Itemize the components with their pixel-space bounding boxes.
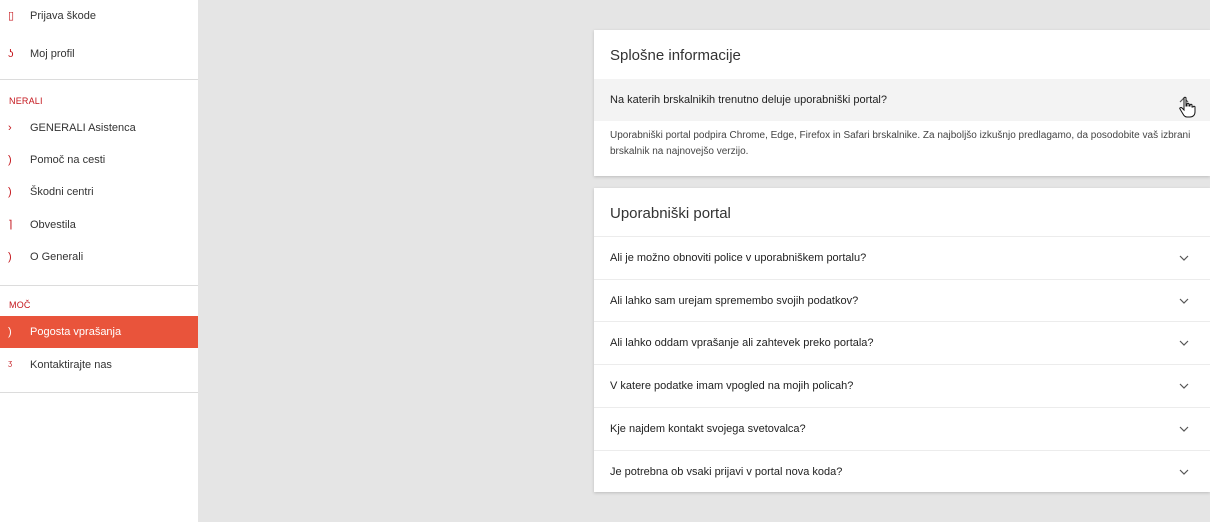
mail-icon: ᶾ (8, 359, 13, 371)
general-info-card: Splošne informacije Na katerih brskalnik… (594, 30, 1210, 176)
chevron-down-icon[interactable] (1178, 466, 1190, 478)
sidebar-item-label: Pogosta vprašanja (30, 326, 122, 338)
question-icon: ) (8, 326, 12, 338)
hand-pointer-icon (1179, 96, 1196, 118)
faq-question: V katere podatke imam vpogled na mojih p… (610, 379, 854, 392)
user-portal-title: Uporabniški portal (610, 205, 731, 222)
faq-item-policy-data[interactable]: V katere podatke imam vpogled na mojih p… (594, 364, 1210, 406)
faq-item-submit-request[interactable]: Ali lahko oddam vprašanje ali zahtevek p… (594, 321, 1210, 363)
faq-question: Je potrebna ob vsaki prijavi v portal no… (610, 465, 843, 478)
faq-question: Ali lahko oddam vprašanje ali zahtevek p… (610, 336, 874, 349)
bell-icon: ⌉ (8, 219, 13, 231)
sidebar-divider (0, 79, 198, 80)
sidebar: ▯ Prijava škode ʖ Moj profil NERALI › GE… (0, 0, 198, 522)
sidebar-item-generali-asistenca[interactable]: › GENERALI Asistenca (0, 112, 198, 144)
sidebar-divider (0, 285, 198, 286)
user-icon: ʖ (8, 48, 14, 60)
sidebar-item-obvestila[interactable]: ⌉ Obvestila (0, 209, 198, 241)
sidebar-item-o-generali[interactable]: ) O Generali (0, 241, 198, 273)
sidebar-item-pomoc-na-cesti[interactable]: ) Pomoč na cesti (0, 144, 198, 176)
sidebar-item-moj-profil[interactable]: ʖ Moj profil (0, 38, 198, 70)
faq-question: Ali lahko sam urejam spremembo svojih po… (610, 294, 859, 307)
chevron-down-icon[interactable] (1178, 337, 1190, 349)
sidebar-item-label: Pomoč na cesti (30, 154, 106, 166)
sidebar-item-label: Obvestila (30, 219, 76, 231)
sidebar-item-label: Moj profil (30, 48, 75, 60)
user-portal-card: Uporabniški portal Ali je možno obnoviti… (594, 188, 1210, 492)
faq-question: Ali je možno obnoviti police v uporabniš… (610, 251, 867, 264)
faq-answer: Uporabniški portal podpira Chrome, Edge,… (610, 130, 1191, 157)
document-icon: ▯ (8, 10, 15, 22)
info-icon: ) (8, 251, 12, 263)
sidebar-item-label: Kontaktirajte nas (30, 359, 112, 371)
sidebar-divider (0, 392, 198, 393)
sidebar-section-generali: NERALI (9, 96, 43, 106)
sidebar-section-pomoc: MOČ (9, 300, 31, 310)
sidebar-item-pogosta-vprasanja[interactable]: ) Pogosta vprašanja (0, 316, 198, 348)
general-info-title: Splošne informacije (610, 47, 741, 64)
sidebar-item-prijava-skode[interactable]: ▯ Prijava škode (0, 0, 198, 32)
sidebar-item-skodni-centri[interactable]: ) Škodni centri (0, 176, 198, 208)
faq-item-browsers[interactable]: Na katerih brskalnikih trenutno deluje u… (594, 79, 1210, 121)
sidebar-item-label: GENERALI Asistenca (30, 122, 136, 134)
chevron-down-icon[interactable] (1178, 380, 1190, 392)
location-icon: ) (8, 186, 12, 198)
chevron-down-icon[interactable] (1178, 423, 1190, 435)
sidebar-item-kontaktirajte-nas[interactable]: ᶾ Kontaktirajte nas (0, 349, 198, 381)
faq-item-advisor-contact[interactable]: Kje najdem kontakt svojega svetovalca? (594, 407, 1210, 449)
faq-question: Na katerih brskalnikih trenutno deluje u… (610, 94, 887, 106)
faq-item-edit-data[interactable]: Ali lahko sam urejam spremembo svojih po… (594, 279, 1210, 321)
sidebar-item-label: Prijava škode (30, 10, 97, 22)
faq-item-new-code[interactable]: Je potrebna ob vsaki prijavi v portal no… (594, 450, 1210, 492)
faq-item-renew-policy[interactable]: Ali je možno obnoviti police v uporabniš… (594, 236, 1210, 278)
sidebar-item-label: Škodni centri (30, 186, 94, 198)
faq-question: Kje najdem kontakt svojega svetovalca? (610, 422, 806, 435)
sidebar-item-label: O Generali (30, 251, 84, 263)
chevron-down-icon[interactable] (1178, 295, 1190, 307)
phone-icon: › (8, 122, 12, 134)
car-icon: ) (8, 154, 12, 166)
chevron-down-icon[interactable] (1178, 252, 1190, 264)
